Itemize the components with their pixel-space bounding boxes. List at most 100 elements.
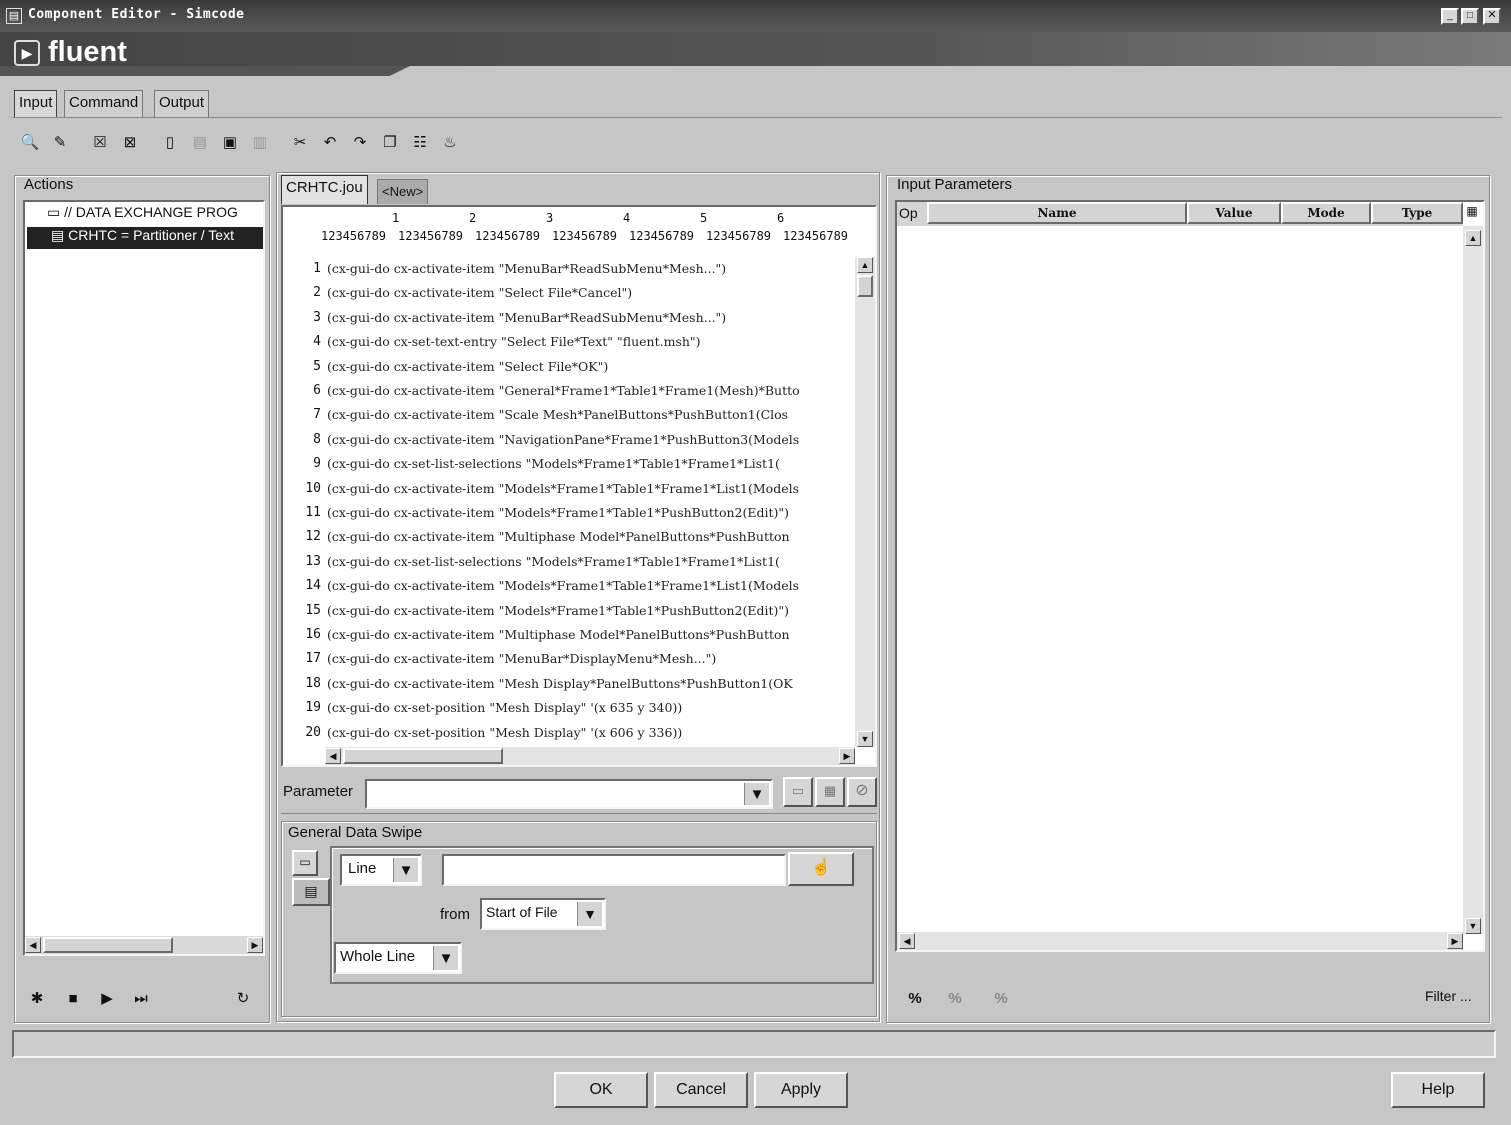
col-op[interactable]: Op [897, 202, 927, 226]
scroll-right-button[interactable]: ▶ [1447, 933, 1463, 949]
percent-add-icon[interactable]: % [903, 986, 927, 1010]
chevron-down-icon[interactable]: ▼ [744, 783, 769, 805]
play-icon[interactable]: ▶ [95, 986, 119, 1010]
editor-hscroll[interactable]: ◀ ▶ [325, 747, 855, 765]
record-icon[interactable]: ✱ [25, 986, 49, 1010]
tree-item-comment[interactable]: ▭ // DATA EXCHANGE PROG [47, 204, 263, 226]
list-icon[interactable]: ▥ [248, 130, 272, 154]
apply-button[interactable]: Apply [754, 1072, 848, 1108]
step-icon[interactable]: ⏭ [129, 986, 153, 1010]
window-icon[interactable]: ❐ [378, 130, 402, 154]
scroll-thumb[interactable] [43, 937, 173, 953]
maximize-button[interactable]: □ [1461, 8, 1479, 25]
tab-input[interactable]: Input [14, 90, 58, 117]
close-button[interactable]: ✕ [1483, 8, 1501, 25]
code-line[interactable]: 1 (cx-gui-do cx-activate-item "MenuBar*Re… [283, 257, 855, 281]
col-name[interactable]: Name [927, 202, 1187, 224]
doc-icon[interactable]: ▤ [188, 130, 212, 154]
swipe-text-field[interactable] [442, 854, 786, 886]
code-line[interactable]: 11 (cx-gui-do cx-activate-item "Models*Fr… [283, 501, 855, 525]
code-line[interactable]: 16 (cx-gui-do cx-activate-item "Multiphas… [283, 623, 855, 647]
parameter-clear-button[interactable]: ⊘ [847, 777, 877, 807]
refresh-icon[interactable]: ↻ [231, 986, 255, 1010]
scroll-up-button[interactable]: ▲ [857, 257, 873, 273]
scope-combo[interactable]: Whole Line ▼ [334, 942, 462, 974]
splitter[interactable] [281, 813, 877, 817]
tab-output[interactable]: Output [154, 90, 210, 117]
scroll-up-button[interactable]: ▲ [1465, 230, 1481, 246]
code-line[interactable]: 9 (cx-gui-do cx-set-list-selections "Mode… [283, 452, 855, 476]
code-line[interactable]: 14 (cx-gui-do cx-activate-item "Models*Fr… [283, 574, 855, 598]
minimize-button[interactable]: _ [1441, 8, 1459, 25]
parameter-combo[interactable]: ▼ [365, 779, 773, 809]
code-line[interactable]: 12 (cx-gui-do cx-activate-item "Multiphas… [283, 525, 855, 549]
cancel-button[interactable]: Cancel [654, 1072, 748, 1108]
scroll-left-button[interactable]: ◀ [25, 937, 41, 953]
code-line[interactable]: 17 (cx-gui-do cx-activate-item "MenuBar*D… [283, 647, 855, 671]
code-line[interactable]: 5 (cx-gui-do cx-activate-item "Select Fil… [283, 355, 855, 379]
editor-vscroll[interactable]: ▲ ▼ [855, 257, 875, 747]
help-button[interactable]: Help [1391, 1072, 1485, 1108]
find-icon[interactable]: 🔍 [18, 130, 42, 154]
stop-icon[interactable]: ■ [61, 986, 85, 1010]
code-line[interactable]: 6 (cx-gui-do cx-activate-item "General*Fr… [283, 379, 855, 403]
code-line[interactable]: 8 (cx-gui-do cx-activate-item "Navigation… [283, 428, 855, 452]
params-table[interactable]: Op Name Value Mode Type ▦ ▲ ▼ ◀ ▶ [895, 200, 1485, 952]
code-line[interactable]: 20 (cx-gui-do cx-set-position "Mesh Displ… [283, 721, 855, 745]
actions-hscroll[interactable]: ◀ ▶ [25, 936, 263, 954]
col-type[interactable]: Type [1371, 202, 1463, 224]
col-value[interactable]: Value [1187, 202, 1281, 224]
run-icon[interactable]: ♨ [438, 130, 462, 154]
code-line[interactable]: 10 (cx-gui-do cx-activate-item "Models*Fr… [283, 477, 855, 501]
percent-remove-icon[interactable]: % [943, 986, 967, 1010]
code-line[interactable]: 3 (cx-gui-do cx-activate-item "MenuBar*Re… [283, 306, 855, 330]
scroll-right-button[interactable]: ▶ [247, 937, 263, 953]
from-combo[interactable]: Start of File ▼ [480, 898, 606, 930]
swipe-list-button[interactable]: ▤ [292, 878, 330, 906]
vscroll-thumb[interactable] [857, 275, 873, 297]
code-line[interactable]: 15 (cx-gui-do cx-activate-item "Models*Fr… [283, 599, 855, 623]
col-mode[interactable]: Mode [1281, 202, 1371, 224]
clear-icon[interactable]: ⊠ [118, 130, 142, 154]
scroll-left-button[interactable]: ◀ [899, 933, 915, 949]
save-icon[interactable]: ▣ [218, 130, 242, 154]
tab-command[interactable]: Command [64, 90, 144, 117]
params-hscroll[interactable]: ◀ ▶ [897, 932, 1463, 950]
new-doc-icon[interactable]: ▯ [158, 130, 182, 154]
chevron-down-icon[interactable]: ▼ [393, 858, 418, 882]
scroll-down-button[interactable]: ▼ [1465, 918, 1481, 934]
swipe-doc-button[interactable]: ▭ [292, 850, 318, 876]
percent-clear-icon[interactable]: % [989, 986, 1013, 1010]
parameter-insert-button[interactable]: ▭ [783, 777, 813, 807]
swipe-pick-button[interactable]: ☝ [788, 852, 854, 886]
code-line[interactable]: 18 (cx-gui-do cx-activate-item "Mesh Disp… [283, 672, 855, 696]
tab-crhtc-jou[interactable]: CRHTC.jou [281, 175, 368, 204]
params-vscroll[interactable]: ▲ ▼ [1463, 226, 1483, 934]
chevron-down-icon[interactable]: ▼ [433, 946, 458, 970]
redo-icon[interactable]: ↷ [348, 130, 372, 154]
table-settings-icon[interactable]: ▦ [1463, 204, 1481, 222]
cut-icon[interactable]: ✂ [288, 130, 312, 154]
code-line[interactable]: 4 (cx-gui-do cx-set-text-entry "Select Fi… [283, 330, 855, 354]
swipe-mode-combo[interactable]: Line ▼ [340, 854, 422, 886]
undo-icon[interactable]: ↶ [318, 130, 342, 154]
chevron-down-icon[interactable]: ▼ [577, 902, 602, 926]
code-line[interactable]: 13 (cx-gui-do cx-set-list-selections "Mod… [283, 550, 855, 574]
code-line[interactable]: 2 (cx-gui-do cx-activate-item "Select Fil… [283, 281, 855, 305]
tree-item-crhtc[interactable]: ▤ CRHTC = Partitioner / Text [27, 227, 263, 249]
code-line[interactable]: 7 (cx-gui-do cx-activate-item "Scale Mesh… [283, 403, 855, 427]
delete-icon[interactable]: ☒ [88, 130, 112, 154]
tab-new[interactable]: <New> [377, 179, 429, 204]
layout-icon[interactable]: ☷ [408, 130, 432, 154]
parameter-edit-button[interactable]: ▦ [815, 777, 845, 807]
edit-icon[interactable]: ✎ [48, 130, 72, 154]
hscroll-thumb[interactable] [343, 748, 503, 764]
ok-button[interactable]: OK [554, 1072, 648, 1108]
scroll-right-button[interactable]: ▶ [839, 748, 855, 764]
filter-link[interactable]: Filter ... [1425, 988, 1472, 1004]
actions-tree[interactable]: ▭ // DATA EXCHANGE PROG ▤ CRHTC = Partit… [23, 200, 265, 956]
scroll-left-button[interactable]: ◀ [325, 748, 341, 764]
code-editor[interactable]: 1 2 3 4 5 6 123456789 123456789 123456789 1… [281, 205, 877, 767]
code-line[interactable]: 19 (cx-gui-do cx-set-position "Mesh Displ… [283, 696, 855, 720]
scroll-down-button[interactable]: ▼ [857, 731, 873, 747]
